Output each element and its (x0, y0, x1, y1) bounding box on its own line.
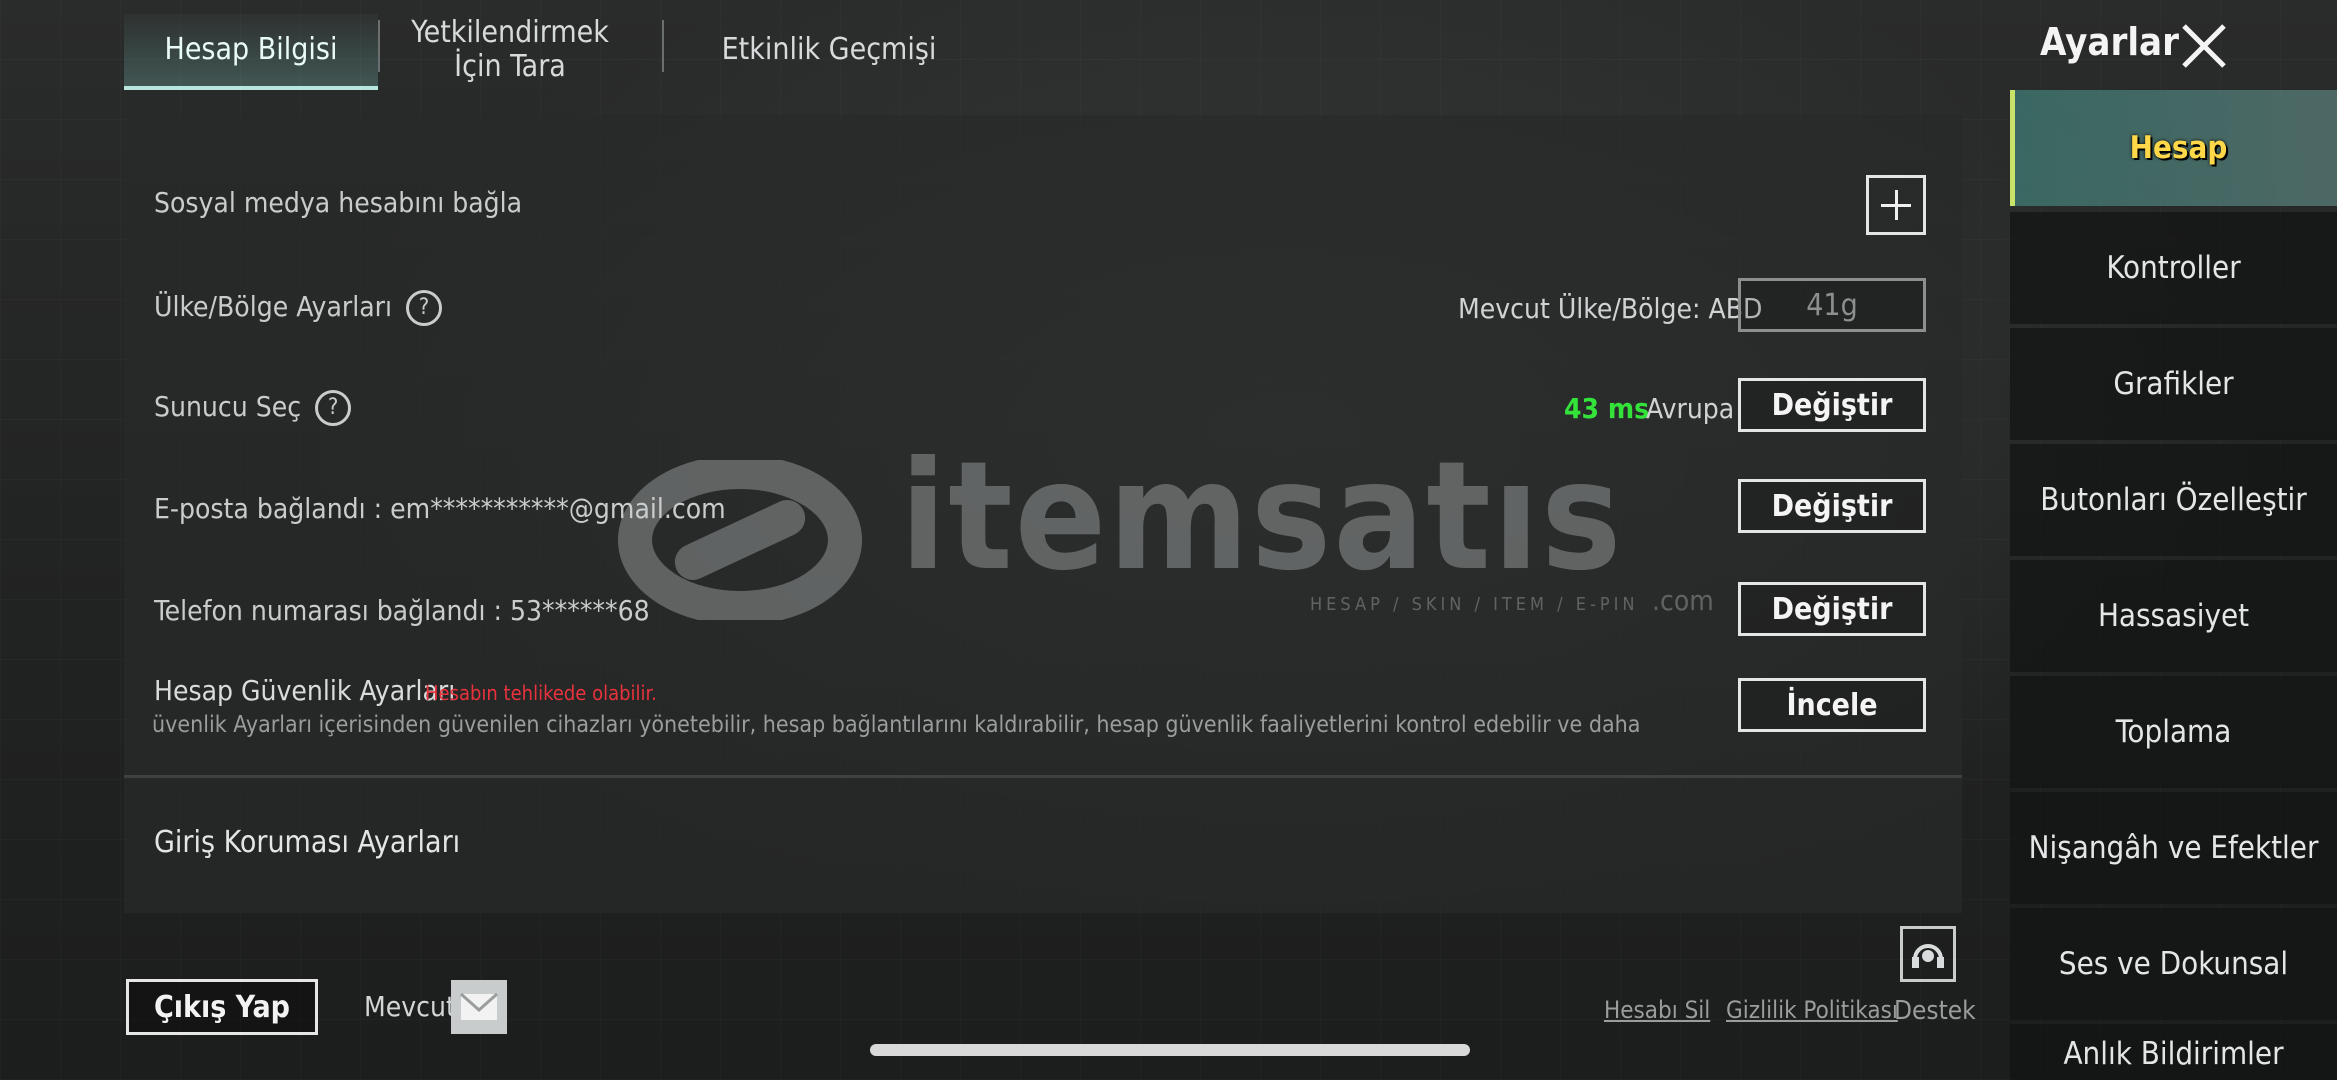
sidebar-item-label: Hesap (2129, 130, 2228, 166)
tab-separator (378, 20, 380, 72)
login-protection-title: Giriş Koruması Ayarları (154, 825, 461, 860)
sidebar-item-hassasiyet[interactable]: Hassasiyet (2010, 560, 2337, 672)
add-social-button[interactable] (1866, 175, 1926, 235)
watermark-brand: itemsatıs (900, 430, 1624, 604)
close-icon[interactable] (2178, 20, 2230, 72)
phone-change-button[interactable]: Değiştir (1738, 582, 1926, 636)
server-label-text: Sunucu Seç (154, 390, 302, 423)
server-name: Avrupa (1646, 392, 1735, 425)
region-settings-label: Ülke/Bölge Ayarları? (154, 290, 443, 326)
tab-scan-to-authorize[interactable]: Yetkilendirmek İçin Tara (386, 14, 634, 86)
support-headset-icon[interactable] (1900, 926, 1956, 982)
watermark-tagline: HESAP / SKIN / ITEM / E-PIN (1310, 594, 1639, 615)
sidebar-item-kontroller[interactable]: Kontroller (2010, 212, 2337, 324)
tab-label: Yetkilendirmek İçin Tara (411, 15, 609, 84)
sidebar-item-butonlari-ozellestir[interactable]: Butonları Özelleştir (2010, 444, 2337, 556)
phone-bound-label: Telefon numarası bağlandı : 53******68 (154, 594, 650, 627)
current-login-label: Mevcut (364, 990, 456, 1023)
support-label[interactable]: Destek (1894, 996, 1976, 1026)
sidebar-item-label: Anlık Bildirimler (2063, 1036, 2284, 1072)
tab-label: Hesap Bilgisi (164, 32, 338, 67)
sidebar-item-label: Nişangâh ve Efektler (2028, 830, 2319, 866)
security-warning: Hesabın tehlikede olabilir. (425, 681, 657, 705)
tab-hesap-bilgisi[interactable]: Hesap Bilgisi (124, 14, 378, 90)
sidebar-item-nisangah-ve-efektler[interactable]: Nişangâh ve Efektler (2010, 792, 2337, 904)
tab-activity-history[interactable]: Etkinlik Geçmişi (684, 14, 974, 86)
page-title: Ayarlar (2040, 20, 2179, 64)
delete-account-link[interactable]: Hesabı Sil (1604, 996, 1710, 1024)
sidebar-item-grafikler[interactable]: Grafikler (2010, 328, 2337, 440)
tab-label: Etkinlik Geçmişi (721, 32, 937, 67)
sidebar-item-label: Hassasiyet (2097, 598, 2250, 634)
email-change-button[interactable]: Değiştir (1738, 479, 1926, 533)
tab-separator (662, 20, 664, 72)
help-icon[interactable]: ? (406, 290, 443, 326)
logout-button[interactable]: Çıkış Yap (126, 979, 318, 1035)
sidebar-item-hesap[interactable]: Hesap (2010, 90, 2337, 206)
server-change-button[interactable]: Değiştir (1738, 378, 1926, 432)
sidebar-item-label: Kontroller (2106, 250, 2241, 286)
server-select-label: Sunucu Seç? (154, 390, 352, 426)
email-bound-label: E-posta bağlandı : em***********@gmail.c… (154, 492, 726, 525)
sidebar-item-toplama[interactable]: Toplama (2010, 676, 2337, 788)
help-icon[interactable]: ? (315, 390, 352, 426)
security-settings-label: Hesap Güvenlik Ayarları (154, 674, 456, 707)
region-label-text: Ülke/Bölge Ayarları (154, 290, 393, 323)
sidebar-item-anlik-bildirimler[interactable]: Anlık Bildirimler (2010, 1024, 2337, 1080)
home-indicator[interactable] (870, 1044, 1470, 1056)
sidebar-item-label: Toplama (2115, 714, 2232, 750)
privacy-policy-link[interactable]: Gizlilik Politikası (1726, 996, 1898, 1024)
sidebar-item-ses-ve-dokunsal[interactable]: Ses ve Dokunsal (2010, 908, 2337, 1020)
sidebar-item-label: Grafikler (2113, 366, 2234, 402)
security-description: üvenlik Ayarları içerisinden güvenilen c… (152, 712, 1641, 738)
current-region: Mevcut Ülke/Bölge: ABD (1458, 292, 1763, 325)
watermark-tld: .com (1652, 584, 1714, 617)
region-change-button[interactable]: 41g (1738, 278, 1926, 332)
tab-bar: Hesap Bilgisi Yetkilendirmek İçin Tara E… (124, 0, 1964, 90)
sidebar-item-label: Butonları Özelleştir (2040, 482, 2307, 518)
mail-icon[interactable] (451, 980, 507, 1034)
server-ping: 43 ms (1564, 392, 1650, 425)
section-divider (124, 775, 1962, 778)
settings-sidebar: Hesap Kontroller Grafikler Butonları Öze… (2010, 90, 2337, 1080)
social-link-label: Sosyal medya hesabını bağla (154, 186, 523, 219)
sidebar-item-label: Ses ve Dokunsal (2058, 946, 2289, 982)
watermark: itemsatıs HESAP / SKIN / ITEM / E-PIN .c… (610, 430, 1730, 625)
security-review-button[interactable]: İncele (1738, 678, 1926, 732)
